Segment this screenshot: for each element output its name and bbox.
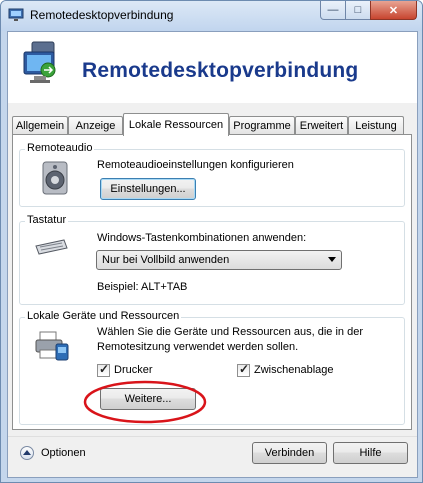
group-tastatur: Tastatur Windows-Tastenkombinationen anw… xyxy=(19,214,405,305)
more-devices-button[interactable]: Weitere... xyxy=(100,388,196,410)
group-label-lokale-geraete: Lokale Geräte und Ressourcen xyxy=(25,310,182,322)
tab-lokale-ressourcen[interactable]: Lokale Ressourcen xyxy=(123,113,229,136)
minimize-button[interactable]: — xyxy=(320,1,346,20)
devices-description-line1: Wählen Sie die Geräte und Ressourcen aus… xyxy=(97,326,363,338)
devices-description-line2: Remotesitzung verwendet werden sollen. xyxy=(97,341,299,353)
group-label-remoteaudio: Remoteaudio xyxy=(25,142,95,154)
tastatur-description: Windows-Tastenkombinationen anwenden: xyxy=(97,232,307,244)
group-remoteaudio: Remoteaudio Remoteaudioeinstellungen kon… xyxy=(19,142,405,207)
tab-leistung[interactable]: Leistung xyxy=(348,116,404,134)
tab-erweitert[interactable]: Erweitert xyxy=(295,116,348,134)
chevron-up-icon[interactable] xyxy=(20,446,34,460)
window-title: Remotedesktopverbindung xyxy=(30,8,174,22)
checkmark-icon: ✓ xyxy=(239,362,250,376)
tab-allgemein[interactable]: Allgemein xyxy=(12,116,68,134)
tab-programme[interactable]: Programme xyxy=(229,116,295,134)
chevron-down-icon xyxy=(328,257,336,262)
remote-desktop-icon xyxy=(8,8,24,21)
keyboard-combination-select[interactable]: Nur bei Vollbild anwenden xyxy=(96,250,342,270)
group-label-tastatur: Tastatur xyxy=(25,214,69,226)
title-bar[interactable]: Remotedesktopverbindung — □ ✕ xyxy=(1,1,422,31)
audio-settings-button[interactable]: Einstellungen... xyxy=(100,178,196,200)
printer-devices-icon xyxy=(35,331,69,361)
connect-button[interactable]: Verbinden xyxy=(252,442,327,464)
footer-separator xyxy=(8,436,417,437)
clipboard-label: Zwischenablage xyxy=(254,364,334,376)
keyboard-combination-value: Nur bei Vollbild anwenden xyxy=(102,254,230,266)
checkmark-icon: ✓ xyxy=(99,362,110,376)
remote-desktop-large-icon xyxy=(23,41,56,83)
clipboard-checkbox[interactable]: ✓ xyxy=(237,362,250,377)
printer-label: Drucker xyxy=(114,364,153,376)
banner-title: Remotedesktopverbindung xyxy=(82,59,359,82)
group-lokale-geraete: Lokale Geräte und Ressourcen Wählen Sie … xyxy=(19,310,405,425)
close-button[interactable]: ✕ xyxy=(370,1,417,20)
dialog-client: Remotedesktopverbindung Allgemein Anzeig… xyxy=(7,31,418,478)
help-button[interactable]: Hilfe xyxy=(333,442,408,464)
tab-anzeige[interactable]: Anzeige xyxy=(68,116,123,134)
remoteaudio-description: Remoteaudioeinstellungen konfigurieren xyxy=(97,159,294,171)
options-toggle[interactable]: Optionen xyxy=(41,447,86,459)
tab-strip: Allgemein Anzeige Lokale Ressourcen Prog… xyxy=(8,113,417,136)
keyboard-icon xyxy=(35,239,68,255)
tab-panel-lokale-ressourcen: Remoteaudio Remoteaudioeinstellungen kon… xyxy=(12,134,412,430)
printer-checkbox[interactable]: ✓ xyxy=(97,362,110,377)
banner: Remotedesktopverbindung xyxy=(8,32,417,103)
tastatur-example: Beispiel: ALT+TAB xyxy=(97,281,188,293)
dialog-window: Remotedesktopverbindung — □ ✕ Remotedesk… xyxy=(0,0,423,483)
speaker-icon xyxy=(42,161,68,195)
maximize-button[interactable]: □ xyxy=(345,1,371,20)
